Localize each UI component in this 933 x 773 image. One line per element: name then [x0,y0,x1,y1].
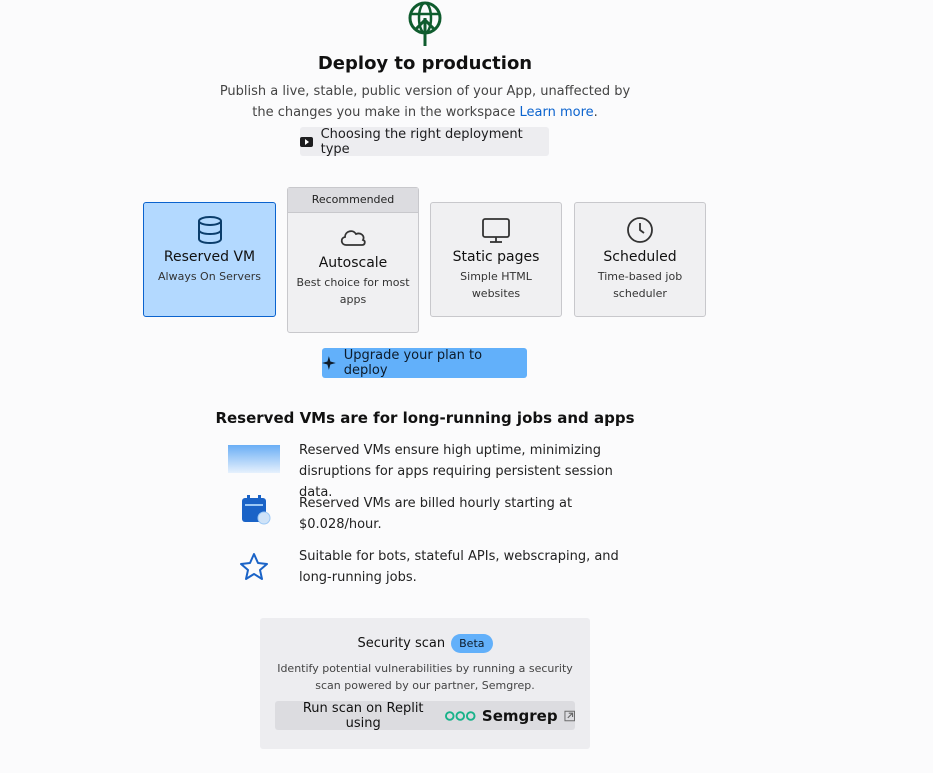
recommended-badge: Recommended [288,188,418,213]
uptime-illustration-icon [228,445,280,473]
feature-billing: Reserved VMs are billed hourly starting … [299,496,573,532]
card-name: Autoscale [318,255,388,271]
subtitle-line-1: Publish a live, stable, public version o… [219,84,631,99]
subtitle-line-2: the changes you make in the workspace [252,105,516,120]
deploy-globe-icon [408,1,442,46]
external-link-icon [564,710,575,721]
deployment-type-video-button[interactable]: Choosing the right deployment type [300,126,549,157]
deploy-card-reserved-vm[interactable]: Reserved VM Always On Servers [143,202,276,317]
card-desc: Always On Servers [158,270,261,283]
calendar-billing-icon [242,495,271,525]
card-desc: Best choice for most apps [296,276,410,306]
beta-badge: Beta [451,634,493,653]
feature-use-cases: Suitable for bots, stateful APIs, webscr… [299,549,619,585]
deploy-card-static-pages[interactable]: Static pages Simple HTML websites [430,202,562,317]
deploy-card-autoscale[interactable]: Recommended Autoscale Best choice for mo… [287,187,419,333]
card-desc: Time-based job scheduler [597,270,683,300]
clock-icon [627,217,653,243]
youtube-icon [300,136,313,147]
semgrep-label: Semgrep [481,706,558,725]
security-scan-header: Security scan Beta [260,634,590,653]
monitor-icon [482,218,510,243]
upgrade-button-label: Upgrade your plan to deploy [343,348,483,378]
security-scan-panel: Security scan Beta Identify potential vu… [260,618,590,749]
info-title: Reserved VMs are for long-running jobs a… [215,409,635,427]
card-name: Reserved VM [163,249,256,265]
security-scan-desc: Identify potential vulnerabilities by ru… [277,662,573,692]
page-subtitle: Publish a live, stable, public version o… [0,81,850,123]
star-icon [240,553,268,580]
deploy-card-scheduled[interactable]: Scheduled Time-based job scheduler [574,202,706,317]
card-name: Scheduled [603,249,677,265]
upgrade-plan-button[interactable]: Upgrade your plan to deploy [322,348,527,378]
card-name: Static pages [452,249,540,265]
security-scan-title: Security scan [357,636,446,651]
video-button-label: Choosing the right deployment type [320,126,523,157]
subtitle-period: . [593,105,598,120]
database-icon [197,216,222,245]
cloud-icon [340,230,366,246]
run-scan-button[interactable]: Run scan on Replit using Semgrep [275,700,575,731]
run-scan-label: Run scan on Replit using [302,700,424,731]
card-desc: Simple HTML websites [460,270,532,300]
sparkle-icon [322,356,336,370]
semgrep-logo-icon [445,710,476,721]
learn-more-link[interactable]: Learn more [519,105,593,120]
page-title: Deploy to production [317,53,533,74]
